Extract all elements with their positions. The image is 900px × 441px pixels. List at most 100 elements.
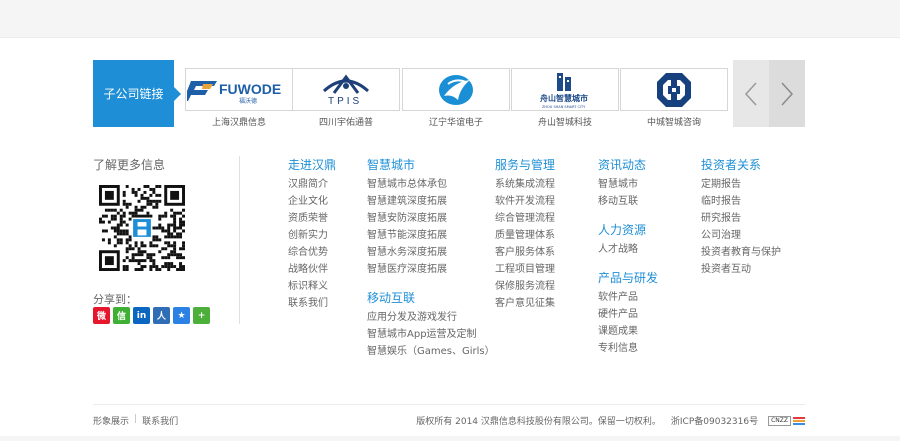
footer-nav-link[interactable]: 智慧水务深度拓展 <box>367 246 495 263</box>
footer-nav-link[interactable]: 汉鼎简介 <box>288 178 336 195</box>
column-investor: 投资者关系 定期报告 临时报告 研究报告 公司治理 投资者教育与保护 投资者互动 <box>701 156 781 280</box>
zhongcheng-logo[interactable] <box>620 68 728 111</box>
footer-nav-link[interactable]: 智慧安防深度拓展 <box>367 212 495 229</box>
footer-nav-link[interactable]: 智慧医疗深度拓展 <box>367 263 495 280</box>
column-title[interactable]: 走进汉鼎 <box>288 156 336 173</box>
copyright-text: 版权所有 2014 汉鼎信息科技股份有限公司。保留一切权利。 <box>416 417 661 427</box>
footer-nav-link[interactable]: 硬件产品 <box>598 308 658 325</box>
svg-text:ZHOU SHAN SMART CITY: ZHOU SHAN SMART CITY <box>542 105 586 109</box>
footer-nav-link[interactable]: 客户意见征集 <box>495 297 555 314</box>
footer-nav-link[interactable]: 课题成果 <box>598 325 658 342</box>
svg-text:福沃德: 福沃德 <box>239 97 257 105</box>
footer-nav-link[interactable]: 移动互联 <box>598 195 658 212</box>
zhoushan-logo[interactable]: 舟山智慧城市 ZHOU SHAN SMART CITY <box>511 68 619 111</box>
top-band <box>0 0 900 38</box>
footer-nav-link[interactable]: 研究报告 <box>701 212 781 229</box>
footer-nav-link[interactable]: 智慧城市App运营及定制 <box>367 328 495 345</box>
footer-nav-link[interactable]: 人才战略 <box>598 243 658 260</box>
more-share-icon[interactable]: + <box>193 307 210 324</box>
icp-link[interactable]: 浙ICP备09032316号 <box>671 414 758 427</box>
column-links: 智慧城市总体承包 智慧建筑深度拓展 智慧安防深度拓展 智慧节能深度拓展 智慧水务深度拓展… <box>367 178 495 280</box>
share-title: 分享到： <box>93 293 137 306</box>
share-buttons: 微信 in 人 ★ + <box>93 307 210 324</box>
column-about: 走进汉鼎 汉鼎简介 企业文化 资质荣誉 创新实力 综合优势 战略伙伴 标识释义 联系我们 <box>288 156 336 314</box>
footer-link-image[interactable]: 形象展示 <box>93 414 129 427</box>
subsidiary-caption[interactable]: 中城智城咨询 <box>620 115 728 128</box>
column-service: 服务与管理 系统集成流程 软件开发流程 综合管理流程 质量管理体系 客户服务体系 工程项目… <box>495 156 555 314</box>
wechat-icon[interactable]: 信 <box>113 307 130 324</box>
footer-nav-link[interactable]: 投资者教育与保护 <box>701 246 781 263</box>
footer-nav-link[interactable]: 工程项目管理 <box>495 263 555 280</box>
footer-nav-link[interactable]: 公司治理 <box>701 229 781 246</box>
renren-icon[interactable]: 人 <box>153 307 170 324</box>
weibo-icon[interactable]: 微 <box>93 307 110 324</box>
column-title[interactable]: 服务与管理 <box>495 156 555 173</box>
cnzz-stat-badge[interactable]: CNZZ <box>768 415 805 426</box>
footer-nav-link[interactable]: 联系我们 <box>288 297 336 314</box>
column-subtitle-hr[interactable]: 人力资源 <box>598 221 658 238</box>
footer-nav-link[interactable]: 软件开发流程 <box>495 195 555 212</box>
footer-links: 形象展示 | 联系我们 <box>93 414 178 427</box>
subsidiary-link-zhoushan[interactable]: 舟山智慧城市 ZHOU SHAN SMART CITY 舟山智城科技 <box>511 68 619 128</box>
column-links: 系统集成流程 软件开发流程 综合管理流程 质量管理体系 客户服务体系 工程项目管理 保修服务… <box>495 178 555 314</box>
footer-nav-link[interactable]: 投资者互动 <box>701 263 781 280</box>
column-sub-links: 应用分发及游戏发行 智慧城市App运营及定制 智慧娱乐（Games、Girls） <box>367 311 495 362</box>
footer-nav-link[interactable]: 定期报告 <box>701 178 781 195</box>
qzone-icon[interactable]: ★ <box>173 307 190 324</box>
fuwode-logo[interactable]: FUWODE 福沃德 <box>185 68 293 111</box>
chevron-right-icon <box>781 81 794 106</box>
carousel-prev-button[interactable] <box>733 60 769 127</box>
footer-nav-link[interactable]: 智慧娱乐（Games、Girls） <box>367 345 495 362</box>
footer-link-contact[interactable]: 联系我们 <box>142 414 178 427</box>
column-sub-links: 人才战略 <box>598 243 658 260</box>
footer-nav-link[interactable]: 系统集成流程 <box>495 178 555 195</box>
footer-nav-link[interactable]: 专利信息 <box>598 342 658 359</box>
column-title[interactable]: 投资者关系 <box>701 156 781 173</box>
footer-nav-link[interactable]: 智慧城市 <box>598 178 658 195</box>
column-subtitle[interactable]: 移动互联 <box>367 289 495 306</box>
chevron-left-icon <box>744 81 757 106</box>
subsidiary-caption[interactable]: 舟山智城科技 <box>511 115 619 128</box>
footer-nav-link[interactable]: 综合优势 <box>288 246 336 263</box>
subsidiary-link-huayi[interactable]: 辽宁华谊电子 <box>402 68 510 128</box>
footer-divider <box>93 404 805 405</box>
footer-nav-link[interactable]: 企业文化 <box>288 195 336 212</box>
footer-nav-link[interactable]: 综合管理流程 <box>495 212 555 229</box>
footer-nav-link[interactable]: 资质荣誉 <box>288 212 336 229</box>
cnzz-label: CNZZ <box>768 415 791 426</box>
subsidiary-label: 子公司链接 <box>93 60 181 127</box>
footer-nav-link[interactable]: 智慧节能深度拓展 <box>367 229 495 246</box>
column-title[interactable]: 资讯动态 <box>598 156 658 173</box>
svg-text:FUWODE: FUWODE <box>219 81 281 97</box>
footer-nav-link[interactable]: 智慧建筑深度拓展 <box>367 195 495 212</box>
huayi-logo[interactable] <box>402 68 510 111</box>
column-links: 定期报告 临时报告 研究报告 公司治理 投资者教育与保护 投资者互动 <box>701 178 781 280</box>
footer-nav-link[interactable]: 战略伙伴 <box>288 263 336 280</box>
footer-nav-link[interactable]: 质量管理体系 <box>495 229 555 246</box>
footer-nav-link[interactable]: 临时报告 <box>701 195 781 212</box>
linkedin-icon[interactable]: in <box>133 307 150 324</box>
footer-nav-link[interactable]: 智慧城市总体承包 <box>367 178 495 195</box>
column-title[interactable]: 智慧城市 <box>367 156 495 173</box>
footer-nav-link[interactable]: 保修服务流程 <box>495 280 555 297</box>
subsidiary-link-tpis[interactable]: TPIS 四川宇佑通普 <box>292 68 400 128</box>
column-sub2-links: 软件产品 硬件产品 课题成果 专利信息 <box>598 291 658 359</box>
footer-nav-link[interactable]: 客户服务体系 <box>495 246 555 263</box>
subsidiary-caption[interactable]: 四川宇佑通普 <box>292 115 400 128</box>
subsidiary-link-zhongcheng[interactable]: 中城智城咨询 <box>620 68 728 128</box>
qr-code <box>99 185 185 271</box>
footer-nav-link[interactable]: 创新实力 <box>288 229 336 246</box>
column-subtitle-rd[interactable]: 产品与研发 <box>598 269 658 286</box>
tpis-logo[interactable]: TPIS <box>292 68 400 111</box>
more-info-title: 了解更多信息 <box>93 158 166 172</box>
column-links: 智慧城市 移动互联 <box>598 178 658 212</box>
footer-nav-link[interactable]: 应用分发及游戏发行 <box>367 311 495 328</box>
column-divider <box>239 156 240 324</box>
subsidiary-caption[interactable]: 上海汉鼎信息 <box>185 115 293 128</box>
subsidiary-caption[interactable]: 辽宁华谊电子 <box>402 115 510 128</box>
carousel-next-button[interactable] <box>769 60 805 127</box>
footer-nav-link[interactable]: 软件产品 <box>598 291 658 308</box>
footer-nav-link[interactable]: 标识释义 <box>288 280 336 297</box>
footer-separator: | <box>134 414 138 424</box>
subsidiary-link-fuwode[interactable]: FUWODE 福沃德 上海汉鼎信息 <box>185 68 293 128</box>
